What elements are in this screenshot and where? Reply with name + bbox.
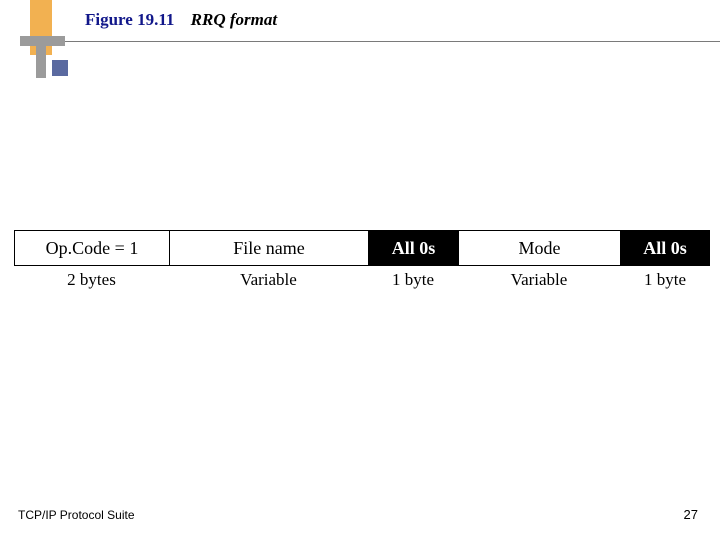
deco-top-rule: [65, 41, 720, 42]
packet-fields-row: Op.Code = 1 File name All 0s Mode All 0s: [14, 230, 710, 266]
packet-format-diagram: Op.Code = 1 File name All 0s Mode All 0s…: [14, 230, 710, 296]
packet-sizes-row: 2 bytes Variable 1 byte Variable 1 byte: [14, 266, 710, 296]
size-filename: Variable: [169, 266, 368, 296]
footer-source: TCP/IP Protocol Suite: [18, 508, 135, 522]
figure-title: Figure 19.11 RRQ format: [85, 10, 277, 30]
footer-page-number: 27: [684, 507, 698, 522]
field-filename: File name: [169, 230, 368, 266]
size-zero-1: 1 byte: [368, 266, 458, 296]
size-zero-2: 1 byte: [620, 266, 710, 296]
figure-caption: RRQ format: [191, 10, 277, 29]
slide-decoration: [20, 0, 70, 80]
deco-blue-square: [52, 60, 68, 76]
field-mode: Mode: [458, 230, 620, 266]
figure-number: Figure 19.11: [85, 10, 174, 29]
size-opcode: 2 bytes: [14, 266, 169, 296]
field-zero-1: All 0s: [368, 230, 458, 266]
field-opcode: Op.Code = 1: [14, 230, 169, 266]
field-zero-2: All 0s: [620, 230, 710, 266]
deco-gray-vertical: [36, 36, 46, 78]
size-mode: Variable: [458, 266, 620, 296]
